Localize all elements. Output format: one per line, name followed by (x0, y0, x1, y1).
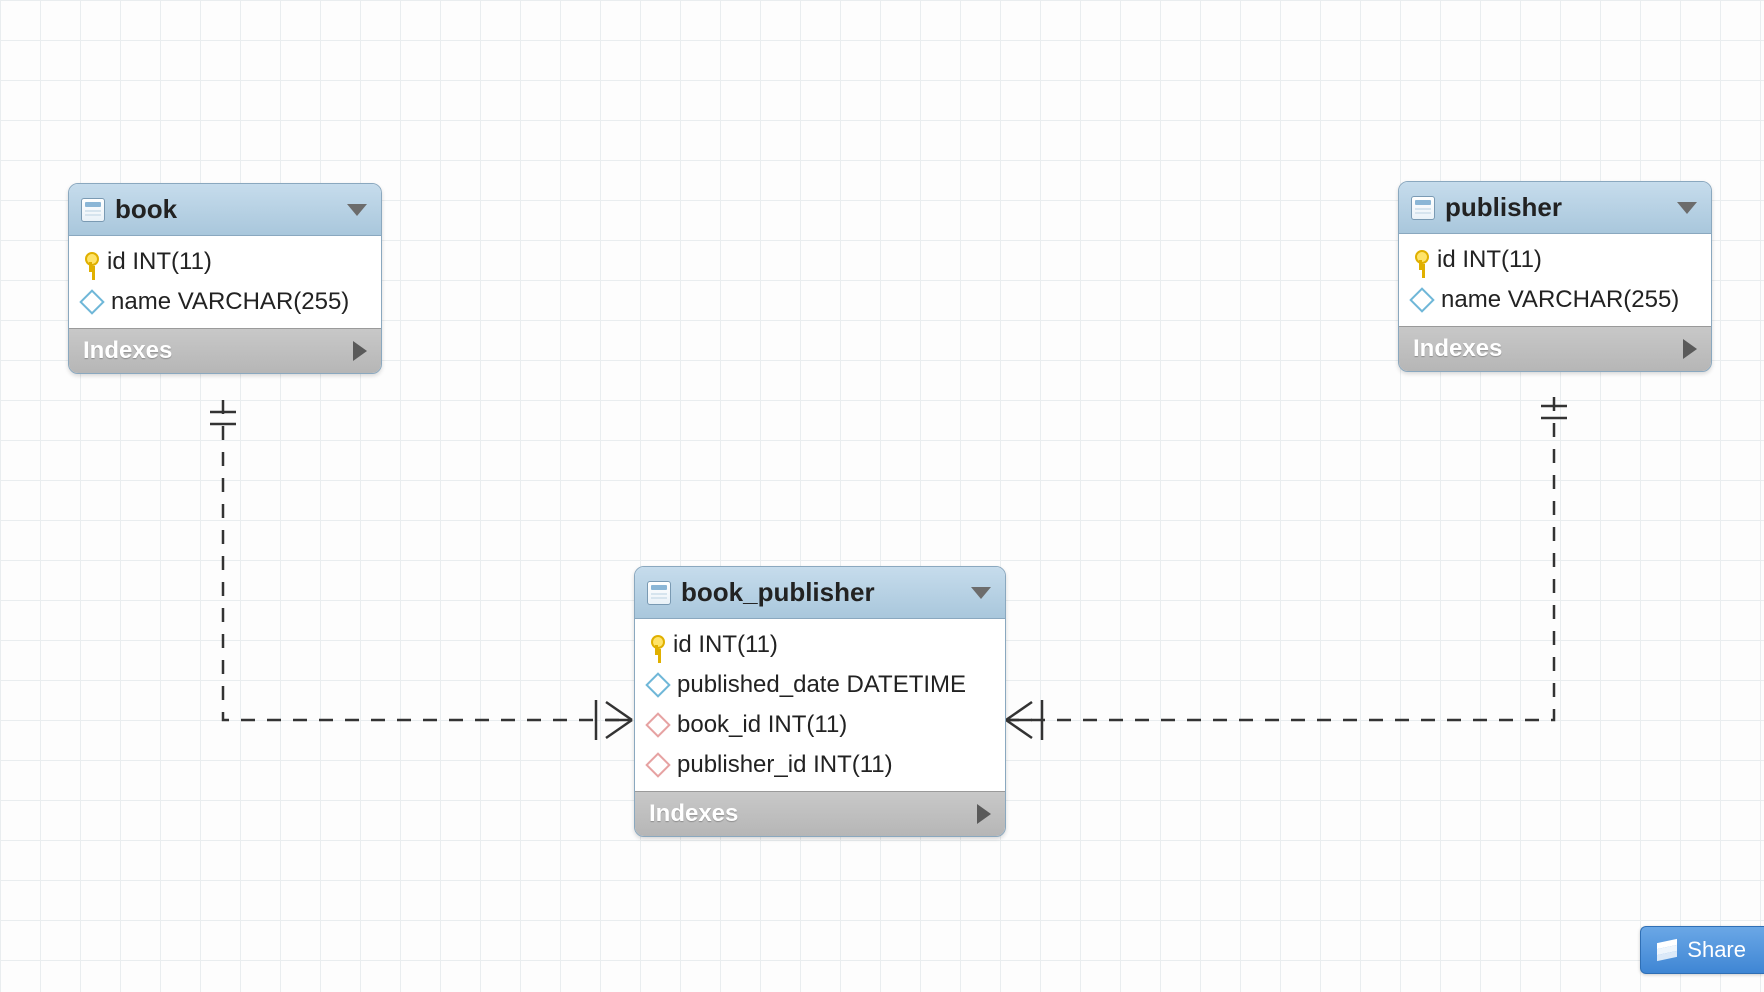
table-icon (1411, 196, 1435, 220)
entity-book[interactable]: book id INT(11) name VARCHAR(255) Indexe… (68, 183, 382, 374)
er-diagram-canvas[interactable]: book id INT(11) name VARCHAR(255) Indexe… (0, 0, 1764, 992)
indexes-section[interactable]: Indexes (635, 791, 1005, 836)
entity-header[interactable]: publisher (1399, 182, 1711, 234)
column-list: id INT(11) published_date DATETIME book_… (635, 619, 1005, 791)
relationship-lines (0, 0, 1764, 992)
expand-right-icon[interactable] (353, 341, 367, 361)
expand-right-icon[interactable] (977, 804, 991, 824)
primary-key-icon (1413, 250, 1427, 270)
layers-icon (1657, 941, 1677, 959)
column-text: book_id INT(11) (677, 711, 847, 739)
entity-header[interactable]: book (69, 184, 381, 236)
entity-header[interactable]: book_publisher (635, 567, 1005, 619)
primary-key-icon (83, 252, 97, 272)
column-row[interactable]: publisher_id INT(11) (635, 745, 1005, 785)
column-icon (1409, 287, 1434, 312)
expand-right-icon[interactable] (1683, 339, 1697, 359)
column-row[interactable]: id INT(11) (1399, 240, 1711, 280)
entity-title: book (115, 194, 337, 225)
column-list: id INT(11) name VARCHAR(255) (69, 236, 381, 328)
column-list: id INT(11) name VARCHAR(255) (1399, 234, 1711, 326)
column-text: id INT(11) (1437, 246, 1542, 274)
share-label: Share (1687, 937, 1746, 963)
chevron-down-icon[interactable] (971, 587, 991, 599)
foreign-key-icon (645, 712, 670, 737)
indexes-label: Indexes (83, 337, 172, 365)
share-button[interactable]: Share (1640, 926, 1764, 974)
chevron-down-icon[interactable] (1677, 202, 1697, 214)
column-icon (645, 672, 670, 697)
column-text: published_date DATETIME (677, 671, 966, 699)
table-icon (647, 581, 671, 605)
indexes-section[interactable]: Indexes (1399, 326, 1711, 371)
table-icon (81, 198, 105, 222)
entity-title: book_publisher (681, 577, 961, 608)
indexes-label: Indexes (649, 800, 738, 828)
foreign-key-icon (645, 752, 670, 777)
column-text: publisher_id INT(11) (677, 751, 893, 779)
entity-book-publisher[interactable]: book_publisher id INT(11) published_date… (634, 566, 1006, 837)
column-text: name VARCHAR(255) (1441, 286, 1679, 314)
column-row[interactable]: name VARCHAR(255) (1399, 280, 1711, 320)
column-row[interactable]: id INT(11) (635, 625, 1005, 665)
column-text: id INT(11) (673, 631, 778, 659)
indexes-section[interactable]: Indexes (69, 328, 381, 373)
column-text: id INT(11) (107, 248, 212, 276)
column-row[interactable]: book_id INT(11) (635, 705, 1005, 745)
column-icon (79, 289, 104, 314)
entity-publisher[interactable]: publisher id INT(11) name VARCHAR(255) I… (1398, 181, 1712, 372)
entity-title: publisher (1445, 192, 1667, 223)
column-row[interactable]: published_date DATETIME (635, 665, 1005, 705)
chevron-down-icon[interactable] (347, 204, 367, 216)
column-text: name VARCHAR(255) (111, 288, 349, 316)
indexes-label: Indexes (1413, 335, 1502, 363)
column-row[interactable]: id INT(11) (69, 242, 381, 282)
column-row[interactable]: name VARCHAR(255) (69, 282, 381, 322)
primary-key-icon (649, 635, 663, 655)
